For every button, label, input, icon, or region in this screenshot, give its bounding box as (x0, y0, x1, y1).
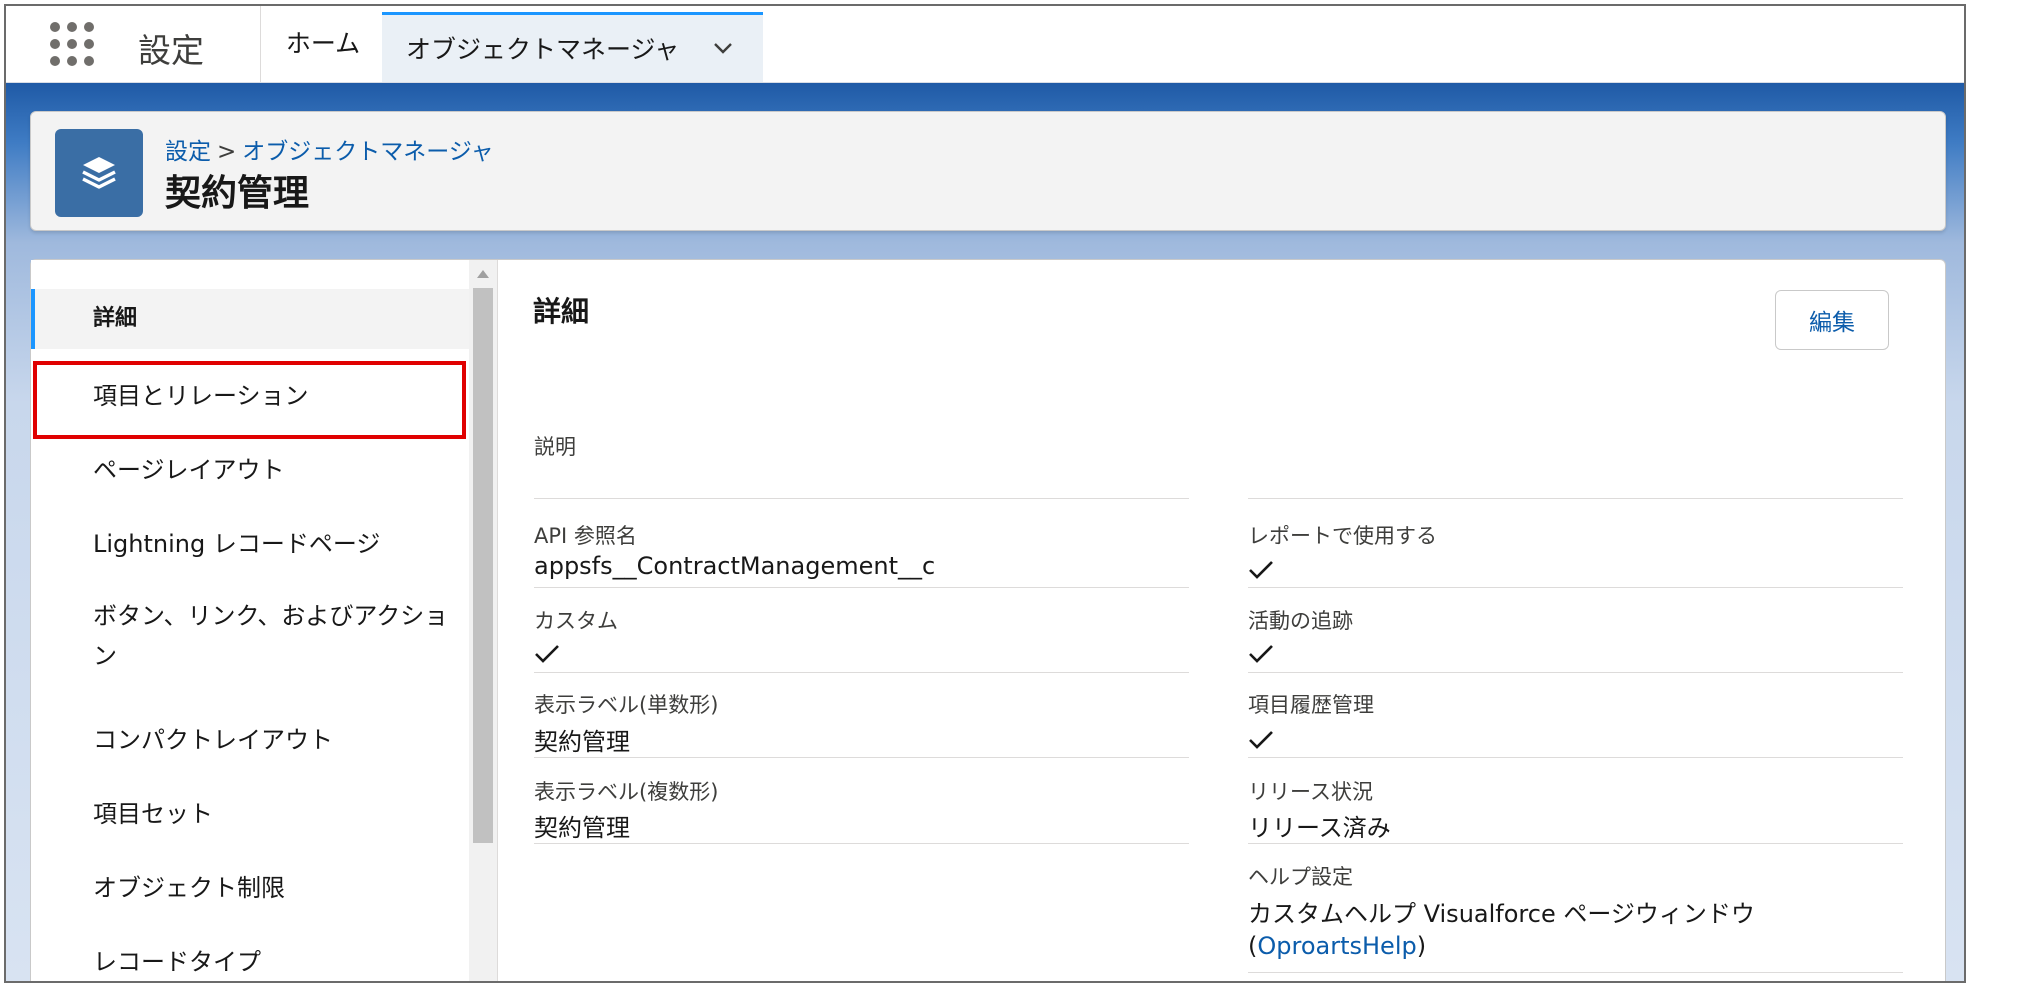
release-status-value: リリース済み (1248, 814, 1391, 842)
field-divider (534, 498, 1189, 499)
edit-button[interactable]: 編集 (1775, 290, 1889, 350)
sidebar-item-fields-relationships[interactable]: 項目とリレーション (31, 366, 471, 426)
description-label: 説明 (534, 435, 576, 459)
help-link-close-paren: ) (1416, 932, 1427, 960)
report-usage-label: レポートで使用する (1248, 524, 1437, 548)
app-window: 設定 ホーム オブジェクトマネージャ 設定 > オブジェクトマネージャ 契約管理 詳… (4, 4, 1966, 983)
field-divider (1248, 498, 1903, 499)
checkmark-icon (1249, 645, 1273, 663)
tab-home[interactable]: ホーム (264, 6, 382, 82)
field-divider (534, 757, 1189, 758)
custom-label: カスタム (534, 609, 618, 633)
page-header: 設定 > オブジェクトマネージャ 契約管理 (30, 111, 1946, 231)
sidebar-item-buttons-links-actions[interactable]: ボタン、リンク、およびアクション (31, 590, 471, 680)
api-name-value: appsfs__ContractManagement__c (534, 552, 936, 580)
main-panel: 詳細 項目とリレーション ページレイアウト Lightning レコードページ … (30, 259, 1946, 981)
field-divider (534, 672, 1189, 673)
sidebar-item-field-sets[interactable]: 項目セット (31, 784, 471, 844)
nav-divider (260, 6, 261, 82)
checkmark-icon (1249, 561, 1273, 579)
field-divider (534, 587, 1189, 588)
breadcrumb-separator: > (217, 139, 237, 165)
sidebar-divider (497, 260, 498, 981)
sidebar-scrollbar[interactable] (469, 260, 497, 981)
help-link-open-paren: ( (1248, 932, 1258, 960)
app-launcher-icon[interactable] (50, 22, 94, 66)
app-title: 設定 (138, 31, 204, 70)
help-link-row: (OproartsHelp) (1248, 932, 1426, 960)
tab-object-manager[interactable]: オブジェクトマネージャ (382, 12, 763, 82)
label-plural-value: 契約管理 (534, 814, 630, 842)
sidebar-item-record-types[interactable]: レコードタイプ (31, 932, 471, 981)
api-name-label: API 参照名 (534, 524, 637, 548)
help-settings-label: ヘルプ設定 (1248, 865, 1353, 889)
help-settings-value: カスタムヘルプ Visualforce ページウィンドウ (1248, 900, 1755, 928)
top-nav-bar: 設定 ホーム オブジェクトマネージャ (6, 6, 1964, 83)
sidebar-item-compact-layouts[interactable]: コンパクトレイアウト (31, 710, 471, 770)
sidebar-item-details[interactable]: 詳細 (31, 289, 471, 349)
activity-tracking-label: 活動の追跡 (1248, 609, 1353, 633)
field-divider (1248, 843, 1903, 844)
breadcrumb-object-manager[interactable]: オブジェクトマネージャ (242, 139, 493, 165)
breadcrumb-setup[interactable]: 設定 (165, 139, 211, 165)
field-divider (1248, 757, 1903, 758)
sidebar-item-object-limits[interactable]: オブジェクト制限 (31, 858, 471, 918)
checkmark-icon (535, 645, 559, 663)
tab-object-manager-label: オブジェクトマネージャ (406, 35, 680, 64)
field-divider (1248, 972, 1903, 973)
field-history-label: 項目履歴管理 (1248, 693, 1374, 717)
label-plural-label: 表示ラベル(複数形) (534, 780, 719, 804)
field-divider (534, 843, 1189, 844)
label-singular-value: 契約管理 (534, 728, 630, 756)
scrollbar-thumb[interactable] (473, 288, 493, 843)
layers-icon (55, 129, 143, 217)
field-divider (1248, 587, 1903, 588)
release-status-label: リリース状況 (1248, 780, 1373, 804)
breadcrumb: 設定 > オブジェクトマネージャ (165, 132, 494, 166)
sidebar-item-page-layouts[interactable]: ページレイアウト (31, 440, 471, 500)
label-singular-label: 表示ラベル(単数形) (534, 693, 719, 717)
detail-title: 詳細 (533, 295, 590, 328)
scroll-up-arrow-icon[interactable] (477, 270, 489, 278)
page-title: 契約管理 (165, 173, 310, 214)
help-link[interactable]: OproartsHelp (1257, 932, 1416, 960)
field-divider (1248, 672, 1903, 673)
sidebar-item-lightning-record-pages[interactable]: Lightning レコードページ (31, 514, 471, 574)
sidebar: 詳細 項目とリレーション ページレイアウト Lightning レコードページ … (31, 260, 499, 981)
chevron-down-icon[interactable] (708, 33, 738, 63)
checkmark-icon (1249, 731, 1273, 749)
